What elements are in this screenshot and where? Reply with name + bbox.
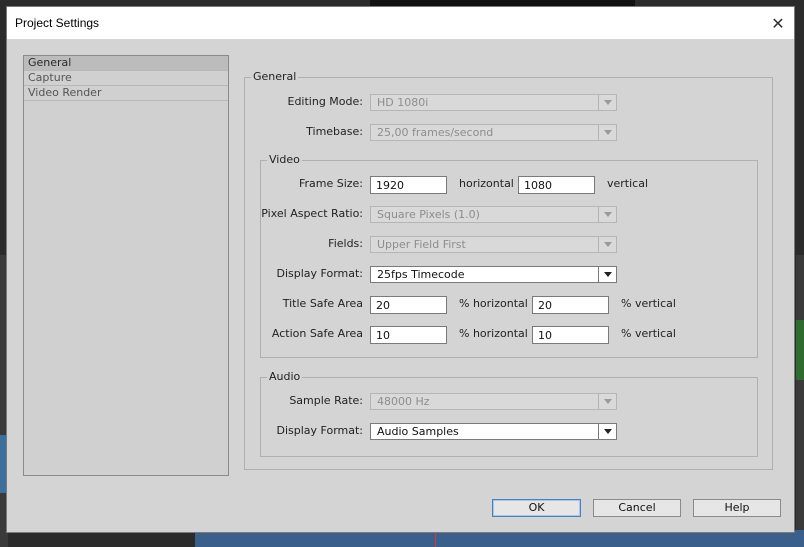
dialog-body: General Capture Video Render General Edi… — [7, 39, 794, 532]
audio-display-format-value: Audio Samples — [377, 425, 459, 438]
chevron-down-icon — [598, 237, 616, 252]
editing-mode-value: HD 1080i — [377, 96, 429, 109]
frame-size-vertical-input[interactable] — [518, 176, 595, 194]
pixel-aspect-ratio-select[interactable]: Square Pixels (1.0) — [370, 206, 617, 223]
video-display-format-select[interactable]: 25fps Timecode — [370, 266, 617, 283]
background-track-strip — [796, 320, 804, 380]
timebase-select[interactable]: 25,00 frames/second — [370, 124, 617, 141]
cancel-button[interactable]: Cancel — [593, 499, 681, 517]
chevron-down-icon — [598, 394, 616, 409]
action-safe-vertical-input[interactable] — [532, 326, 609, 344]
ok-button[interactable]: OK — [492, 499, 581, 517]
chevron-down-icon — [598, 95, 616, 110]
project-settings-dialog: Project Settings ✕ General Capture Video… — [6, 6, 795, 533]
general-group-label: General — [251, 70, 299, 83]
title-bar: Project Settings ✕ — [7, 7, 794, 39]
audio-group: Audio — [260, 370, 758, 457]
background-app-right — [796, 255, 804, 547]
close-button[interactable]: ✕ — [768, 13, 788, 33]
audio-group-label: Audio — [267, 370, 303, 383]
sample-rate-label: Sample Rate: — [289, 394, 363, 407]
fields-select[interactable]: Upper Field First — [370, 236, 617, 253]
video-group-label: Video — [267, 153, 302, 166]
sidebar-item-video-render[interactable]: Video Render — [24, 86, 228, 101]
action-safe-area-label: Action Safe Area — [271, 327, 363, 340]
sample-rate-select[interactable]: 48000 Hz — [370, 393, 617, 410]
pixel-aspect-ratio-value: Square Pixels (1.0) — [377, 208, 480, 221]
title-safe-vertical-input[interactable] — [532, 296, 609, 314]
sample-rate-value: 48000 Hz — [377, 395, 430, 408]
chevron-down-icon — [598, 125, 616, 140]
editing-mode-label: Editing Mode: — [287, 95, 364, 108]
action-safe-horizontal-unit: % horizontal — [459, 327, 528, 340]
chevron-down-icon — [598, 207, 616, 222]
sidebar-item-general[interactable]: General — [24, 56, 228, 71]
sidebar-item-capture[interactable]: Capture — [24, 71, 228, 86]
chevron-down-icon — [598, 267, 616, 282]
timebase-value: 25,00 frames/second — [377, 126, 494, 139]
settings-category-list: General Capture Video Render — [23, 55, 229, 476]
action-safe-vertical-unit: % vertical — [621, 327, 676, 340]
title-safe-area-label: Title Safe Area — [282, 297, 363, 310]
timebase-label: Timebase: — [306, 125, 363, 138]
help-button[interactable]: Help — [693, 499, 781, 517]
chevron-down-icon — [598, 424, 616, 439]
video-display-format-value: 25fps Timecode — [377, 268, 465, 281]
frame-size-label: Frame Size: — [298, 177, 363, 190]
video-display-format-label: Display Format: — [276, 267, 363, 280]
fields-label: Fields: — [328, 237, 363, 250]
pixel-aspect-ratio-label: Pixel Aspect Ratio: — [261, 207, 363, 220]
audio-display-format-select[interactable]: Audio Samples — [370, 423, 617, 440]
title-safe-horizontal-unit: % horizontal — [459, 297, 528, 310]
frame-size-vertical-unit: vertical — [607, 177, 649, 190]
dialog-title: Project Settings — [15, 16, 100, 30]
audio-display-format-label: Display Format: — [276, 424, 363, 437]
frame-size-horizontal-unit: horizontal — [459, 177, 514, 190]
close-icon: ✕ — [771, 13, 785, 33]
title-safe-vertical-unit: % vertical — [621, 297, 676, 310]
fields-value: Upper Field First — [377, 238, 466, 251]
action-safe-horizontal-input[interactable] — [370, 326, 447, 344]
frame-size-horizontal-input[interactable] — [370, 176, 447, 194]
title-safe-horizontal-input[interactable] — [370, 296, 447, 314]
editing-mode-select[interactable]: HD 1080i — [370, 94, 617, 111]
